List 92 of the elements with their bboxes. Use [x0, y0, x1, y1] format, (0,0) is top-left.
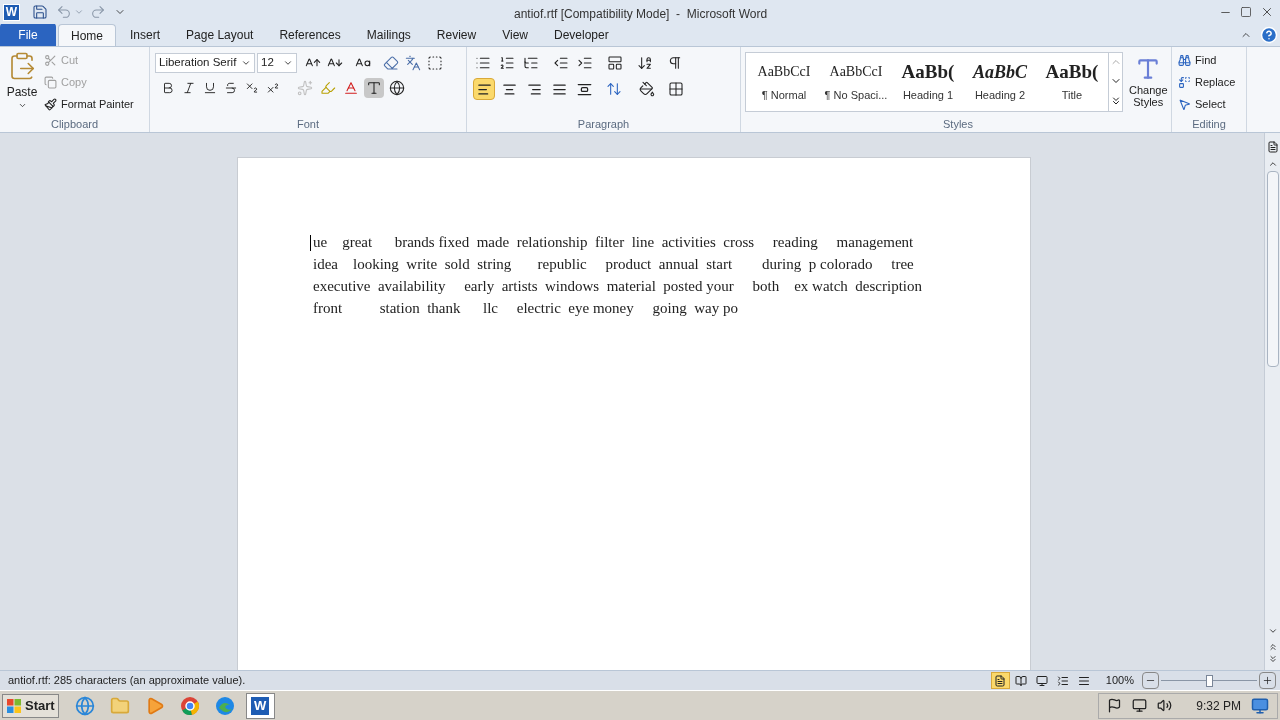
ribbon-tab[interactable]: Page Layout: [174, 24, 266, 46]
caret-icon: [74, 7, 84, 17]
taskbar-app[interactable]: W: [245, 692, 275, 719]
word-icon: W: [251, 696, 270, 715]
style-gallery-item[interactable]: AaBbCcI ¶ Normal: [748, 53, 820, 110]
ruler-icon: [1266, 141, 1279, 153]
window-title: antiof.rtf [Compatibility Mode] - Microsoft Word: [514, 6, 768, 23]
book-icon: [1015, 674, 1028, 687]
alignment-icon: [576, 81, 592, 97]
save-icon[interactable]: [30, 2, 50, 22]
font-size-field[interactable]: 12: [257, 53, 297, 73]
paste-button[interactable]: Paste: [0, 49, 44, 116]
clock: 9:32 PM: [1196, 697, 1241, 715]
monitor-icon: [1036, 674, 1049, 687]
network-icon: [1132, 698, 1148, 713]
text-cursor: [310, 235, 311, 251]
start-button[interactable]: Start: [2, 693, 59, 718]
flag-icon: [1107, 698, 1123, 713]
browser-icon: [180, 695, 201, 716]
document-text-line: ue great brands fixed made relationship filter line activities cross reading management: [313, 233, 914, 252]
style-gallery-item[interactable]: AaBbC Heading 2: [964, 53, 1036, 110]
scroll-down-icon: [1267, 626, 1278, 636]
volume-icon: [1157, 698, 1173, 713]
folder-icon: [110, 695, 131, 716]
scroll-thumb[interactable]: [1266, 171, 1279, 367]
restore-icon[interactable]: [1238, 4, 1254, 20]
ribbon-tab[interactable]: Insert: [118, 24, 173, 46]
caret-icon: [241, 58, 251, 68]
zoom-in-icon[interactable]: [1259, 672, 1276, 689]
shading-icon[interactable]: [637, 79, 657, 99]
page-icon: [994, 674, 1007, 687]
ribbon-tab[interactable]: References: [267, 24, 353, 46]
character-border-icon[interactable]: [425, 53, 445, 73]
media-player-icon: [145, 695, 166, 716]
windows-logo-icon: [6, 697, 22, 714]
ribbon-tab[interactable]: View: [490, 24, 540, 46]
replace-icon: [1178, 76, 1191, 89]
clipboard-button[interactable]: Format Painter: [44, 95, 134, 114]
zoom-slider-thumb[interactable]: [1206, 674, 1213, 687]
brush-icon: [44, 98, 57, 111]
select-icon: [1178, 98, 1191, 111]
alignment-button[interactable]: [473, 78, 495, 100]
show-desktop-icon: [1251, 696, 1269, 715]
browser-icon: [75, 695, 96, 716]
font-name-field[interactable]: Liberation Serif: [155, 53, 255, 73]
editing-button[interactable]: Replace: [1178, 73, 1240, 92]
ribbon-tab[interactable]: Mailings: [354, 24, 423, 46]
alignment-icon: [501, 81, 517, 97]
group-label: Font: [297, 116, 319, 132]
browser-icon: [215, 695, 236, 716]
borders-icon[interactable]: [666, 79, 686, 99]
outline-icon: [1057, 674, 1070, 687]
style-gallery-item[interactable]: AaBbCcI ¶ No Spaci...: [820, 53, 892, 110]
zoom-out-icon[interactable]: [1142, 672, 1159, 689]
file-tab[interactable]: File: [0, 23, 56, 46]
clear-formatting-icon[interactable]: [381, 53, 401, 73]
caret-icon: [17, 101, 27, 110]
find-icon: [1178, 54, 1191, 67]
ribbon-tab[interactable]: Developer: [541, 24, 621, 46]
document-text-line: executive availability early artists windows material posted your both ex watch description: [313, 277, 922, 296]
phonetic-guide-icon[interactable]: [403, 53, 423, 73]
group-label: Paragraph: [577, 116, 630, 132]
status-text: antiof.rtf: 285 characters (an approximate value).: [8, 673, 246, 689]
alignment-icon: [476, 81, 492, 97]
editing-button[interactable]: Find: [1178, 51, 1240, 70]
scissors-icon: [44, 54, 57, 67]
lines-icon: [1078, 674, 1091, 687]
previous-page-icon: [1267, 642, 1278, 652]
alignment-icon: [526, 81, 542, 97]
scroll-up-icon: [1267, 159, 1278, 169]
alignment-icon: [551, 81, 567, 97]
zoom-level[interactable]: 100%: [1105, 672, 1134, 689]
style-gallery-item[interactable]: AaBb( Heading 1: [892, 53, 964, 110]
next-page-icon: [1267, 654, 1278, 664]
ribbon-tab[interactable]: Home: [58, 24, 116, 46]
group-label: Editing: [1192, 116, 1226, 132]
document-text-line: idea looking write sold string republic product annual start during p colorado tree: [313, 255, 914, 274]
view-button[interactable]: [990, 672, 1010, 689]
zoom-slider[interactable]: [1161, 674, 1257, 687]
character-shading-icon[interactable]: [364, 78, 384, 98]
vertical-scrollbar[interactable]: [1264, 133, 1280, 670]
editing-button[interactable]: Select: [1178, 95, 1240, 114]
style-gallery-item[interactable]: AaBb( Title: [1036, 53, 1108, 110]
caret-icon: [283, 58, 293, 68]
change-styles-button[interactable]: Change Styles: [1129, 55, 1168, 108]
app-logo: W: [3, 3, 20, 21]
document-text-line: front station thank llc electric eye money going way po: [313, 299, 738, 318]
copy-icon: [44, 76, 57, 89]
group-label: Styles: [943, 116, 973, 132]
help-icon: [1260, 26, 1278, 44]
ribbon-tab[interactable]: Review: [424, 24, 489, 46]
group-label: Clipboard: [50, 116, 99, 132]
